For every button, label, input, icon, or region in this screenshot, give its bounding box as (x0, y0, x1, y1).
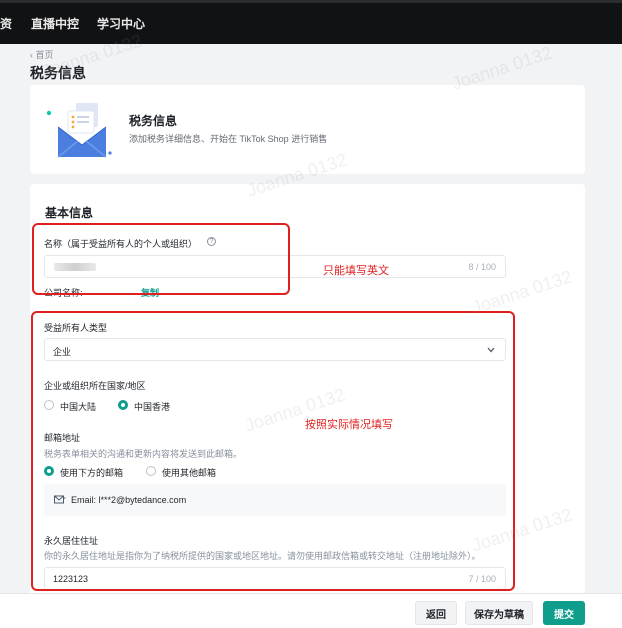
save-draft-button[interactable]: 保存为草稿 (465, 601, 533, 625)
tax-info-intro-card: 税务信息 添加税务详细信息、开始在 TikTok Shop 进行销售 (30, 85, 585, 174)
intro-card-title: 税务信息 (129, 114, 178, 128)
annotation-box-details (31, 311, 515, 591)
nav-item-live-control[interactable]: 直播中控 (31, 15, 79, 32)
breadcrumb-home[interactable]: ‹ 首页 (30, 48, 54, 61)
page-title: 税务信息 (30, 65, 86, 81)
submit-button[interactable]: 提交 (543, 601, 585, 625)
back-button[interactable]: 返回 (415, 601, 457, 625)
annotation-note-fill-actual: 按照实际情况填写 (305, 419, 393, 431)
nav-item-cut[interactable]: 资 (0, 15, 12, 32)
tax-envelope-illustration (46, 103, 112, 158)
annotation-note-english-only: 只能填写英文 (323, 265, 389, 277)
name-char-counter: 8 / 100 (468, 262, 496, 272)
top-nav-bar: 资 直播中控 学习中心 (0, 0, 622, 44)
annotation-box-name (32, 223, 290, 295)
intro-card-subtitle: 添加税务详细信息、开始在 TikTok Shop 进行销售 (129, 134, 328, 144)
nav-item-learning-center[interactable]: 学习中心 (97, 15, 145, 32)
section-title-basic-info: 基本信息 (45, 206, 94, 220)
action-footer: 返回 保存为草稿 提交 (0, 593, 622, 628)
